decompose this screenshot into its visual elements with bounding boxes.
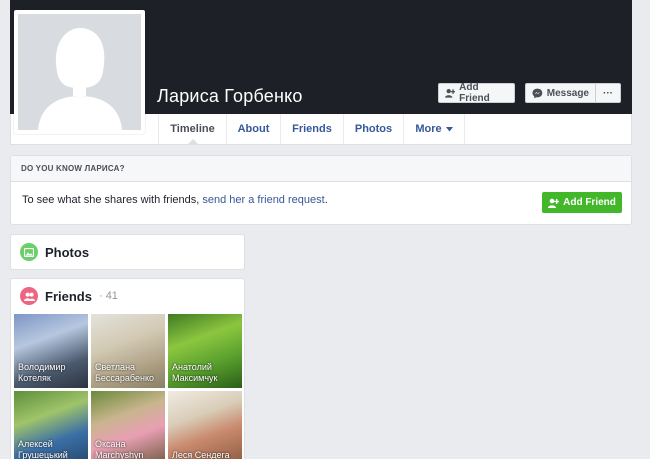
friend-name: Светлана Бессарабенко [95, 362, 155, 383]
friend-tile[interactable]: Светлана Бессарабенко [91, 314, 165, 388]
do-you-know-box: DO YOU KNOW ЛАРИСА? To see what she shar… [10, 155, 632, 225]
add-friend-green-button[interactable]: Add Friend [542, 192, 622, 213]
profile-name: Лариса Горбенко [157, 86, 303, 106]
friend-tile[interactable]: Володимир Котеляк [14, 314, 88, 388]
tab-timeline[interactable]: Timeline [158, 114, 226, 145]
more-dots-icon: ··· [603, 87, 613, 99]
tab-friends[interactable]: Friends [280, 114, 343, 144]
friend-tile[interactable]: Анатолий Максимчук [168, 314, 242, 388]
add-friend-label: Add Friend [459, 82, 490, 104]
tab-more[interactable]: More [403, 114, 465, 144]
friend-name: Анатолий Максимчук [172, 362, 218, 383]
more-options-button[interactable]: ··· [595, 83, 621, 103]
default-avatar-icon [18, 14, 141, 130]
tab-photos[interactable]: Photos [343, 114, 403, 144]
friend-name: Леся Сендега [172, 450, 230, 459]
friend-name: Оксана Marchyshyn [95, 439, 144, 459]
do-you-know-heading: DO YOU KNOW ЛАРИСА? [11, 156, 631, 182]
messenger-icon [532, 88, 543, 98]
tab-about[interactable]: About [226, 114, 280, 144]
friend-tile[interactable]: Оксана Marchyshyn [91, 391, 165, 459]
add-friend-green-label: Add Friend [563, 197, 616, 208]
add-friend-icon [445, 89, 456, 98]
do-you-know-text-after: . [324, 194, 328, 206]
friend-request-link[interactable]: send her a friend request [202, 194, 324, 206]
friends-card-title[interactable]: Friends · 41 [20, 287, 118, 305]
caret-down-icon [445, 126, 453, 131]
message-label: Message [546, 87, 589, 99]
friend-name: Володимир Котеляк [18, 362, 66, 383]
add-friend-button[interactable]: Add Friend [438, 82, 515, 104]
profile-picture[interactable] [14, 10, 145, 134]
photos-card-title[interactable]: Photos [20, 243, 89, 261]
photos-title-text: Photos [45, 244, 90, 260]
do-you-know-text: To see what she shares with friends, sen… [22, 194, 328, 206]
add-friend-icon [548, 198, 560, 208]
friend-tile[interactable]: Алексей Грушецький [14, 391, 88, 459]
friends-title-text: Friends [45, 288, 92, 304]
tab-more-label: More [415, 123, 442, 135]
friend-name: Алексей Грушецький [18, 439, 68, 459]
friend-tile[interactable]: Леся Сендега [168, 391, 242, 459]
friends-card: Friends · 41 Володимир Котеляк Светлана … [10, 278, 245, 459]
friends-grid: Володимир Котеляк Светлана Бессарабенко … [14, 314, 243, 459]
friends-count: · 41 [98, 290, 118, 302]
photos-card: Photos [10, 234, 245, 270]
photos-icon [20, 243, 38, 261]
do-you-know-text-before: To see what she shares with friends, [22, 194, 203, 206]
message-button[interactable]: Message [525, 83, 595, 103]
friends-icon [20, 287, 38, 305]
